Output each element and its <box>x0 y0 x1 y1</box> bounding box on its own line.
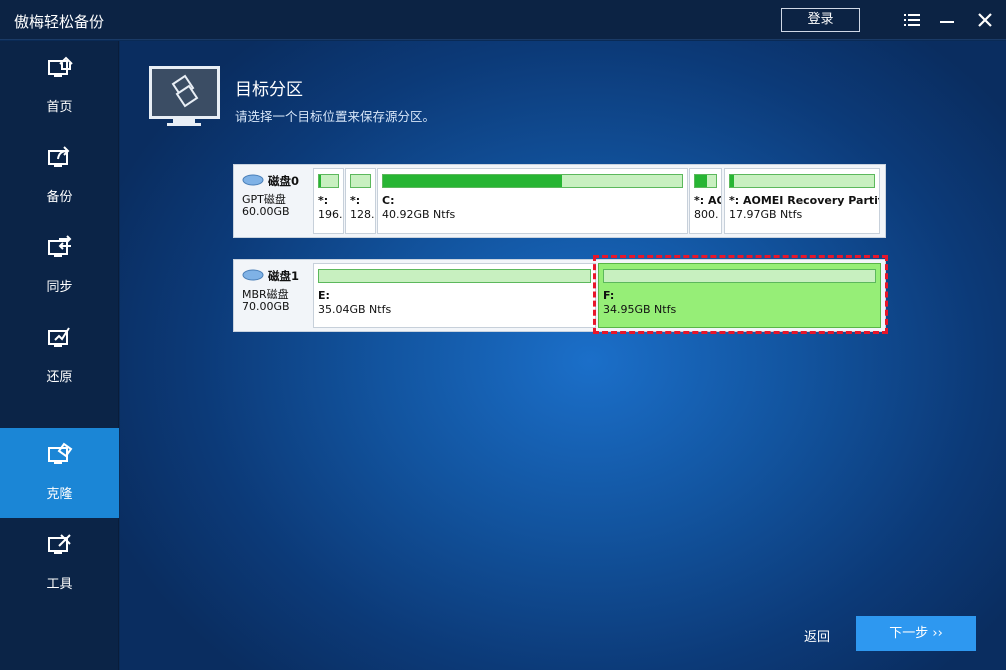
menu-icon[interactable] <box>904 12 920 28</box>
usage-fill <box>319 175 321 187</box>
usage-bar <box>382 174 683 188</box>
usage-bar <box>729 174 875 188</box>
partition-name: *: AO <box>694 194 721 207</box>
sidebar-item-label: 工具 <box>46 577 73 592</box>
disk-size: 60.00GB <box>242 205 290 218</box>
usage-bar <box>318 269 591 283</box>
partition-block-selected[interactable]: F: 34.95GB Ntfs <box>598 263 881 328</box>
app-title: 傲梅轻松备份 <box>14 13 105 31</box>
partition-info: 128. <box>350 208 375 221</box>
partition-block[interactable]: *: AOMEI Recovery Partit 17.97GB Ntfs <box>724 168 880 234</box>
disk-1-row: 磁盘1 MBR磁盘 70.00GB E: 35.04GB Ntfs F: 34.… <box>233 259 886 332</box>
usage-bar <box>603 269 876 283</box>
disk-name: 磁盘1 <box>268 269 300 283</box>
target-partition-icon <box>149 66 220 126</box>
page-subtitle: 请选择一个目标位置来保存源分区。 <box>235 109 436 124</box>
title-bar: 傲梅轻松备份 登录 <box>0 0 1006 40</box>
partition-name: *: AOMEI Recovery Partit <box>729 194 880 207</box>
partition-info: 34.95GB Ntfs <box>603 303 677 316</box>
partition-info: 40.92GB Ntfs <box>382 208 456 221</box>
close-icon[interactable] <box>975 10 995 30</box>
partition-block[interactable]: E: 35.04GB Ntfs <box>313 263 596 328</box>
sidebar-item-label: 备份 <box>46 190 73 205</box>
sidebar-item-backup[interactable]: 备份 <box>0 131 119 221</box>
partition-block[interactable]: *: 196. <box>313 168 344 234</box>
restore-icon <box>48 327 70 347</box>
sidebar-item-label: 同步 <box>46 280 73 295</box>
usage-bar <box>350 174 371 188</box>
usage-bar <box>318 174 339 188</box>
back-button[interactable]: 返回 <box>804 626 830 645</box>
disk-icon <box>242 269 264 281</box>
backup-icon <box>48 146 70 167</box>
partition-info: 35.04GB Ntfs <box>318 303 392 316</box>
sidebar-item-sync[interactable]: 同步 <box>0 221 119 311</box>
sidebar-item-home[interactable]: 首页 <box>0 41 119 131</box>
next-button[interactable]: 下一步 ›› <box>856 616 976 651</box>
partition-block[interactable]: *: AO 800. <box>689 168 722 234</box>
usage-bar <box>694 174 717 188</box>
disk-size: 70.00GB <box>242 300 290 313</box>
partition-name: F: <box>603 289 615 302</box>
sync-icon <box>48 235 72 257</box>
partition-name: *: <box>350 194 361 207</box>
partition-info: 196. <box>318 208 343 221</box>
usage-fill <box>383 175 563 187</box>
disk-0-row: 磁盘0 GPT磁盘 60.00GB *: 196. *: 128. C: 40.… <box>233 164 886 238</box>
sidebar-item-clone[interactable]: 克隆 <box>0 428 119 518</box>
login-button[interactable]: 登录 <box>781 8 860 32</box>
minimize-icon[interactable] <box>939 12 955 28</box>
partition-info: 800. <box>694 208 719 221</box>
home-icon <box>48 56 73 77</box>
usage-fill <box>730 175 735 187</box>
clone-icon <box>48 442 73 464</box>
partition-info: 17.97GB Ntfs <box>729 208 803 221</box>
sidebar-item-label: 克隆 <box>46 487 73 502</box>
sidebar: 首页 备份 同步 还原 克隆 工具 <box>0 41 119 670</box>
partition-name: *: <box>318 194 329 207</box>
disk-name: 磁盘0 <box>268 174 300 188</box>
sidebar-item-tools[interactable]: 工具 <box>0 518 119 608</box>
partition-name: E: <box>318 289 330 302</box>
sidebar-item-label: 还原 <box>46 370 73 385</box>
usage-fill <box>695 175 707 187</box>
sidebar-item-label: 首页 <box>46 100 73 115</box>
partition-block[interactable]: *: 128. <box>345 168 376 234</box>
sidebar-item-restore[interactable]: 还原 <box>0 311 119 401</box>
partition-name: C: <box>382 194 395 207</box>
disk-icon <box>242 174 264 186</box>
partition-block[interactable]: C: 40.92GB Ntfs <box>377 168 688 234</box>
tools-icon <box>48 534 71 554</box>
page-title: 目标分区 <box>235 80 303 100</box>
main-content: 目标分区 请选择一个目标位置来保存源分区。 磁盘0 GPT磁盘 60.00GB … <box>120 41 1006 670</box>
